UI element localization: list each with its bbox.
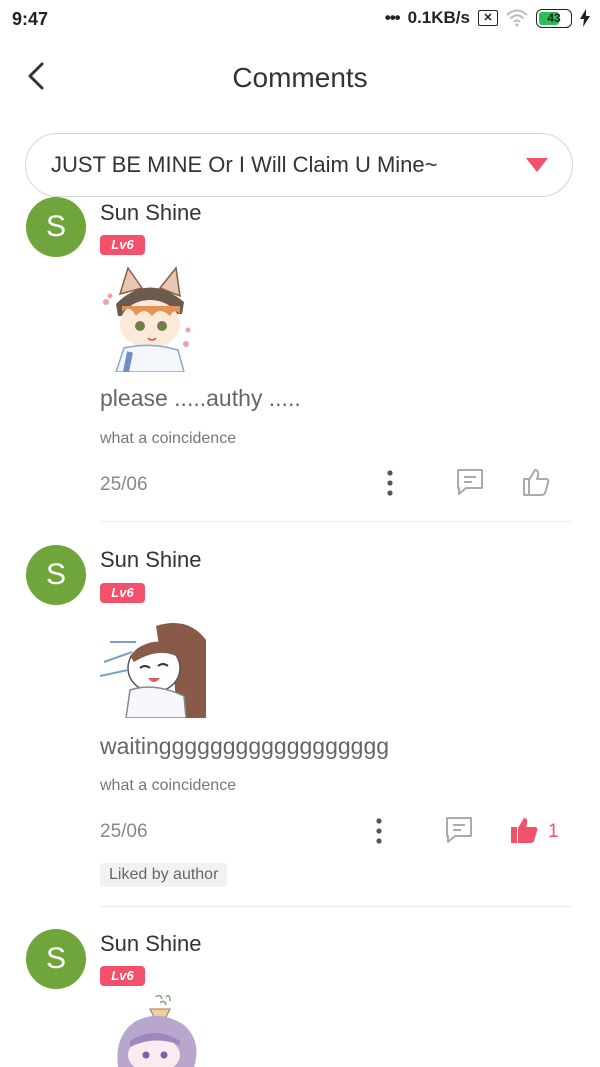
- reply-icon[interactable]: [443, 815, 475, 845]
- avatar[interactable]: S: [26, 545, 86, 605]
- no-sim-icon: ✕: [478, 10, 498, 26]
- status-icons: ••• 0.1KB/s ✕ 43: [385, 8, 590, 28]
- comment-author[interactable]: Sun Shine: [100, 200, 202, 226]
- chapter-selector[interactable]: JUST BE MINE Or I Will Claim U Mine~: [25, 133, 573, 197]
- sticker-image: [103, 266, 191, 372]
- dots-icon: •••: [384, 8, 401, 27]
- level-badge: Lv6: [100, 966, 145, 986]
- divider: [100, 906, 572, 907]
- comment-text: please .....authy .....: [100, 385, 301, 411]
- status-bar: 9:47 ••• 0.1KB/s ✕ 43: [0, 0, 600, 40]
- battery-level: 43: [547, 10, 561, 25]
- chapter-selector-value: JUST BE MINE Or I Will Claim U Mine~: [51, 152, 438, 177]
- like-icon-active[interactable]: [508, 815, 540, 845]
- header: Comments: [0, 40, 600, 120]
- network-speed: 0.1KB/s: [407, 8, 470, 27]
- comment-text: waitingggggggggggggggggg: [100, 733, 390, 759]
- battery-icon: 43: [536, 8, 572, 28]
- sticker-image: [117, 995, 197, 1067]
- level-badge: Lv6: [100, 235, 145, 255]
- level-badge: Lv6: [100, 583, 145, 603]
- liked-by-author-badge: Liked by author: [100, 863, 228, 887]
- comment-subtext: what a coincidence: [100, 430, 237, 447]
- comment-date: 25/06: [100, 821, 148, 842]
- sticker-image: [100, 623, 206, 718]
- status-time: 9:47: [12, 9, 49, 29]
- charging-icon: [580, 9, 590, 27]
- reply-icon[interactable]: [454, 467, 486, 497]
- dropdown-triangle-icon: [526, 158, 548, 172]
- divider: [100, 521, 572, 522]
- comment-subtext: what a coincidence: [100, 777, 237, 794]
- more-options-icon[interactable]: [382, 469, 398, 497]
- like-count: 1: [548, 821, 559, 842]
- wifi-icon: [506, 9, 528, 27]
- more-options-icon[interactable]: [371, 817, 387, 845]
- comment-author[interactable]: Sun Shine: [100, 931, 202, 957]
- page-title: Comments: [232, 62, 368, 93]
- comment-date: 25/06: [100, 474, 148, 495]
- avatar[interactable]: S: [26, 197, 86, 257]
- avatar[interactable]: S: [26, 929, 86, 989]
- comment-author[interactable]: Sun Shine: [100, 547, 202, 573]
- like-icon[interactable]: [520, 467, 552, 497]
